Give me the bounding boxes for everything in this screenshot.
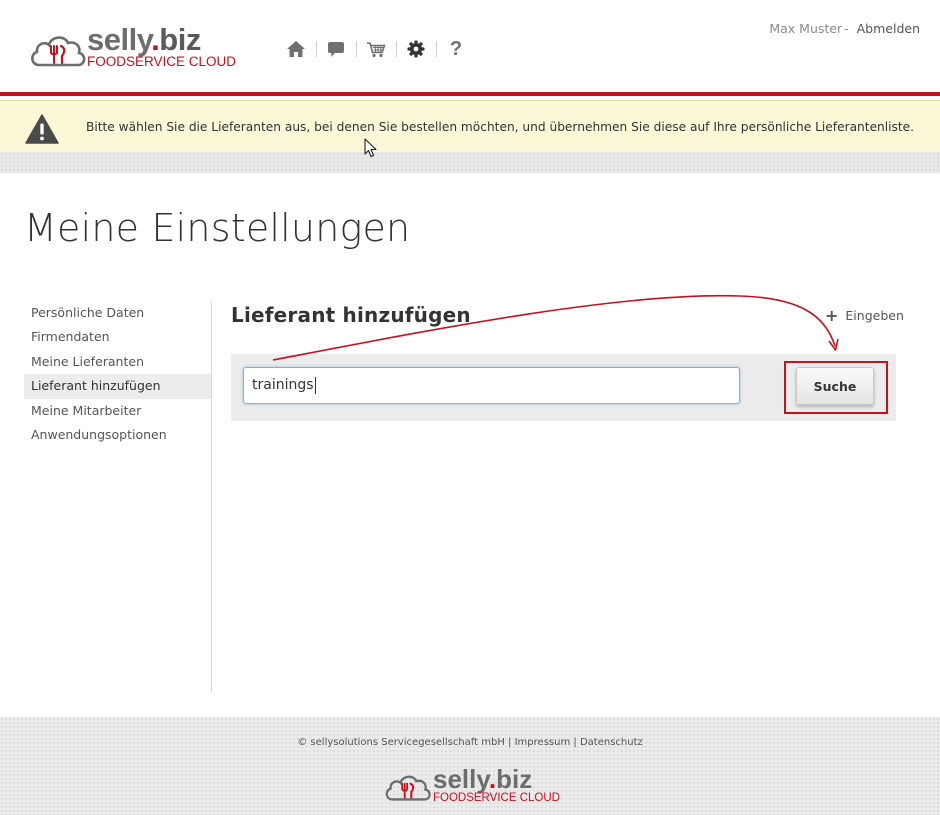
footer-links: © sellysolutions Servicegesellschaft mbH… bbox=[0, 737, 940, 748]
brand-logo[interactable]: selly.biz FOODSERVICE CLOUD bbox=[29, 22, 237, 72]
mouse-cursor-icon bbox=[364, 138, 377, 158]
footer-brand-logo[interactable]: selly.biz FOODSERVICE CLOUD bbox=[384, 764, 560, 808]
footer-brand-wordmark: selly.biz bbox=[433, 764, 533, 794]
settings-sidebar: Persönliche Daten Firmendaten Meine Lief… bbox=[24, 301, 211, 447]
plus-icon: + bbox=[825, 305, 839, 325]
brand-wordmark: selly.biz bbox=[87, 22, 201, 57]
user-name: Max Muster bbox=[769, 21, 843, 36]
user-bar: Max Muster - Abmelden bbox=[769, 21, 920, 36]
footer-separator: | bbox=[508, 737, 512, 748]
add-supplier-label: Eingeben bbox=[845, 308, 904, 323]
search-button[interactable]: Suche bbox=[796, 367, 874, 405]
messages-button[interactable] bbox=[316, 37, 356, 61]
cloud-fork-icon bbox=[31, 36, 86, 67]
top-navigation: ? bbox=[276, 37, 476, 61]
gear-icon bbox=[407, 40, 425, 58]
cart-button[interactable] bbox=[356, 37, 396, 61]
help-icon: ? bbox=[449, 38, 463, 60]
footer-separator: | bbox=[573, 737, 577, 748]
footer-brand-tagline: FOODSERVICE CLOUD bbox=[433, 792, 560, 804]
cloud-fork-icon bbox=[385, 775, 431, 801]
brand-tagline: FOODSERVICE CLOUD bbox=[87, 54, 237, 69]
user-separator: - bbox=[844, 21, 849, 36]
footer-copyright: © sellysolutions Servicegesellschaft mbH bbox=[297, 737, 505, 748]
supplier-search-input[interactable]: trainings bbox=[243, 367, 740, 404]
notice-bar: Bitte wählen Sie die Lieferanten aus, be… bbox=[0, 100, 940, 152]
section-title: Lieferant hinzufügen bbox=[231, 303, 471, 327]
page-title: Meine Einstellungen bbox=[24, 206, 411, 250]
header-stripe bbox=[0, 152, 940, 173]
home-icon bbox=[287, 41, 305, 57]
datenschutz-link[interactable]: Datenschutz bbox=[580, 737, 643, 748]
logout-link[interactable]: Abmelden bbox=[857, 21, 920, 36]
chat-icon bbox=[328, 41, 344, 57]
footer: © sellysolutions Servicegesellschaft mbH… bbox=[0, 717, 940, 815]
settings-button[interactable] bbox=[396, 37, 436, 61]
cart-icon bbox=[367, 41, 386, 57]
sidebar-divider bbox=[211, 301, 212, 692]
text-caret bbox=[314, 376, 316, 394]
search-input-value: trainings bbox=[252, 377, 314, 393]
home-button[interactable] bbox=[276, 37, 316, 61]
sidebar-item-anwendungsoptionen[interactable]: Anwendungsoptionen bbox=[24, 423, 211, 447]
add-supplier-link[interactable]: + Eingeben bbox=[825, 305, 904, 325]
sidebar-item-lieferant-hinzufuegen[interactable]: Lieferant hinzufügen bbox=[24, 374, 211, 399]
header: selly.biz FOODSERVICE CLOUD ? Max Muster… bbox=[0, 0, 940, 96]
sidebar-item-firmendaten[interactable]: Firmendaten bbox=[24, 325, 211, 349]
warning-icon bbox=[25, 114, 59, 144]
sidebar-item-meine-mitarbeiter[interactable]: Meine Mitarbeiter bbox=[24, 399, 211, 423]
help-button[interactable]: ? bbox=[436, 37, 476, 61]
notice-message: Bitte wählen Sie die Lieferanten aus, be… bbox=[86, 120, 915, 134]
sidebar-item-meine-lieferanten[interactable]: Meine Lieferanten bbox=[24, 350, 211, 374]
sidebar-item-persoenliche-daten[interactable]: Persönliche Daten bbox=[24, 301, 211, 325]
impressum-link[interactable]: Impressum bbox=[515, 737, 571, 748]
